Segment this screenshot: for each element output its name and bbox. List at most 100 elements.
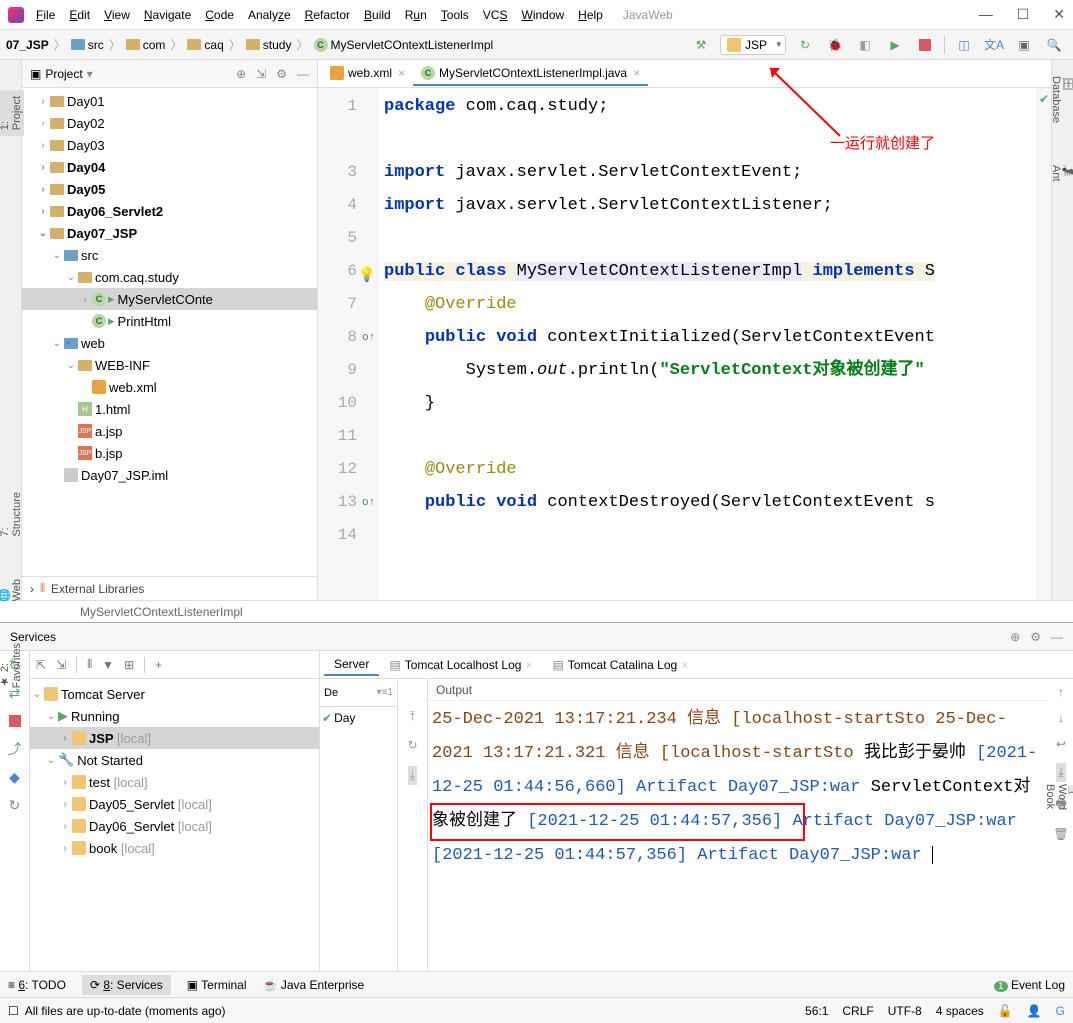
translate-icon[interactable]: 文A	[983, 34, 1005, 56]
svc-tool2-button[interactable]: ◆	[5, 767, 25, 787]
chevron-down-icon[interactable]: ▾	[87, 67, 93, 81]
menu-run[interactable]: Run	[405, 8, 427, 22]
tree-day05[interactable]: ›Day05	[22, 178, 317, 200]
services-gear-icon[interactable]: ⚙	[1030, 630, 1041, 644]
tree-ajsp[interactable]: JSPa.jsp	[22, 420, 317, 442]
svc-test[interactable]: ›test [local]	[30, 771, 319, 793]
database-tool-tab[interactable]: 🗄 Database	[1049, 70, 1073, 129]
code-editor[interactable]: package com.caq.study; import javax.serv…	[378, 88, 1037, 600]
menu-tools[interactable]: Tools	[441, 8, 469, 22]
bc-root[interactable]: 07_JSP	[6, 38, 49, 52]
con-down2-icon[interactable]: ↓	[1058, 711, 1064, 725]
tree-day06[interactable]: ›Day06_Servlet2	[22, 200, 317, 222]
tree-day01[interactable]: ›Day01	[22, 90, 317, 112]
svc-expand-icon[interactable]: ⇱	[36, 658, 46, 672]
menu-analyze[interactable]: Analyze	[248, 8, 291, 22]
terminal-tab[interactable]: ▣ Terminal	[187, 978, 247, 992]
svc-jsp[interactable]: ›JSP [local]	[30, 727, 319, 749]
hammer-icon[interactable]: ⚒	[690, 34, 712, 56]
svc-d6[interactable]: ›Day06_Servlet [local]	[30, 815, 319, 837]
svc-tomcat-root[interactable]: ⌄Tomcat Server	[30, 683, 319, 705]
svc-layout-icon[interactable]: ⊞	[124, 658, 134, 672]
gear-icon[interactable]: ⚙	[276, 67, 287, 81]
tree-day07[interactable]: ⌄Day07_JSP	[22, 222, 317, 244]
project-tool-tab[interactable]: 1: Project	[0, 90, 24, 136]
close-tab-icon[interactable]: ×	[398, 66, 405, 80]
status-man-icon[interactable]: 👤	[1027, 1004, 1042, 1018]
chrome-icon[interactable]: G	[1056, 1004, 1065, 1018]
target-icon[interactable]: ⊕	[236, 67, 246, 81]
hide-icon[interactable]: —	[297, 67, 309, 81]
con-export-icon[interactable]: ⤓	[1056, 763, 1065, 782]
menu-refactor[interactable]: Refactor	[305, 8, 350, 22]
svc-group-icon[interactable]: ⫴	[87, 657, 92, 672]
override-icon[interactable]: o↑	[362, 487, 375, 520]
expand-icon[interactable]: ⇲	[256, 67, 266, 81]
menu-build[interactable]: Build	[364, 8, 391, 22]
services-tab[interactable]: ⟳ 8: Services	[82, 975, 171, 995]
tree-iml[interactable]: Day07_JSP.iml	[22, 464, 317, 486]
tree-day02[interactable]: ›Day02	[22, 112, 317, 134]
bc-caq[interactable]: caq	[187, 38, 223, 52]
bc-com[interactable]: com	[126, 38, 166, 52]
con-up-icon[interactable]: ⤒	[410, 709, 415, 724]
bc-src[interactable]: src	[71, 38, 104, 52]
tree-web[interactable]: ⌄●web	[22, 332, 317, 354]
display-icon[interactable]: ▣	[1013, 34, 1035, 56]
stop-button[interactable]	[914, 34, 936, 56]
con-print-icon[interactable]: 🖶	[1055, 794, 1066, 815]
svc-filter-icon[interactable]: ▼	[102, 658, 114, 672]
run-config-select[interactable]: JSP	[720, 35, 786, 55]
services-hide-icon[interactable]: —	[1051, 630, 1063, 644]
svc-running[interactable]: ⌄▶Running	[30, 705, 319, 727]
svc-refresh-button[interactable]: ↻	[5, 795, 25, 815]
svc-notstarted[interactable]: ⌄🔧Not Started	[30, 749, 319, 771]
menu-help[interactable]: Help	[578, 8, 603, 22]
status-indent[interactable]: 4 spaces	[936, 1004, 984, 1018]
tree-cls2[interactable]: C▸PrintHtml	[22, 310, 317, 332]
favorites-tool-tab[interactable]: ★ 2: Favorites	[0, 637, 24, 694]
svc-book[interactable]: ›book [local]	[30, 837, 319, 859]
con-trash-icon[interactable]: 🗑	[1053, 827, 1068, 841]
debug-button[interactable]: 🐞	[824, 34, 846, 56]
bc-study[interactable]: study	[246, 38, 292, 52]
services-tree[interactable]: ⌄Tomcat Server ⌄▶Running ›JSP [local] ⌄🔧…	[30, 679, 319, 971]
svc-d5[interactable]: ›Day05_Servlet [local]	[30, 793, 319, 815]
server-tab[interactable]: Server	[324, 654, 379, 676]
profile-button[interactable]: ▶	[884, 34, 906, 56]
todo-tab[interactable]: ≡ 66: TODO: TODO	[8, 978, 66, 992]
update-button[interactable]: ◫	[953, 34, 975, 56]
menu-file[interactable]: File	[36, 8, 55, 22]
tab-listener[interactable]: CMyServletCOntextListenerImpl.java×	[413, 62, 648, 86]
tab-webxml[interactable]: web.xml×	[322, 62, 413, 86]
close-tab-icon[interactable]: ×	[633, 66, 640, 80]
svc-collapse-icon[interactable]: ⇲	[56, 658, 66, 672]
tree-1html[interactable]: H1.html	[22, 398, 317, 420]
menu-vcs[interactable]: VCS	[483, 8, 508, 22]
con-scroll-icon[interactable]: ⤓	[408, 766, 417, 785]
svc-stop-button[interactable]	[5, 711, 25, 731]
override-icon[interactable]: o↑	[362, 322, 375, 355]
con-down-icon[interactable]: ↻	[407, 738, 417, 752]
menu-navigate[interactable]: Navigate	[144, 8, 191, 22]
coverage-button[interactable]: ◧	[854, 34, 876, 56]
tree-day04[interactable]: ›Day04	[22, 156, 317, 178]
status-enc[interactable]: UTF-8	[888, 1004, 922, 1018]
tree-bjsp[interactable]: JSPb.jsp	[22, 442, 317, 464]
menu-edit[interactable]: Edit	[69, 8, 90, 22]
web-tool-tab[interactable]: 🌐 Web	[0, 573, 24, 607]
ant-tool-tab[interactable]: 🐜 Ant	[1049, 159, 1073, 188]
tree-webxml[interactable]: web.xml	[22, 376, 317, 398]
console-output[interactable]: 25-Dec-2021 13:17:21.234 信息 [localhost-s…	[428, 701, 1049, 971]
svc-tool1-button[interactable]: ⤴	[5, 739, 25, 759]
status-eol[interactable]: CRLF	[842, 1004, 873, 1018]
run-button[interactable]: ↻	[794, 34, 816, 56]
services-target-icon[interactable]: ⊕	[1010, 630, 1020, 644]
project-combo-icon[interactable]: ▣	[30, 67, 41, 81]
status-lock-icon[interactable]: 🔓	[998, 1004, 1013, 1018]
java-ee-tab[interactable]: ☕ Java Enterprise	[263, 978, 365, 992]
bulb-icon[interactable]: 💡	[358, 260, 375, 293]
menu-window[interactable]: Window	[521, 8, 564, 22]
con-up2-icon[interactable]: ↑	[1058, 685, 1064, 699]
search-icon[interactable]: 🔍	[1043, 34, 1065, 56]
